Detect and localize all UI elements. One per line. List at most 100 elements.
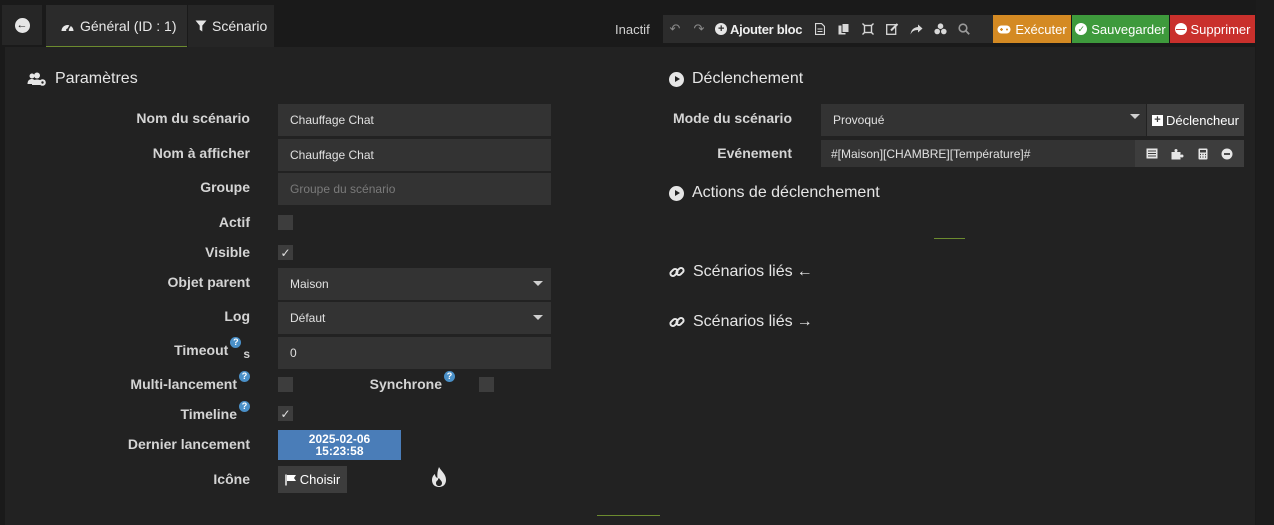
params-section-title: Paramètres <box>27 70 138 88</box>
params-title: Paramètres <box>55 70 138 87</box>
log-select[interactable]: Défaut <box>278 302 551 334</box>
trigger-actions-label: Actions de déclenchement <box>692 184 880 201</box>
minus-circle-icon: — <box>1174 23 1187 35</box>
parent-object-value: Maison <box>290 277 329 291</box>
timeout-input[interactable] <box>278 337 551 369</box>
delete-button[interactable]: — Supprimer <box>1170 15 1255 43</box>
trigger-title: Déclenchement <box>692 70 804 87</box>
list-icon[interactable] <box>1146 148 1158 159</box>
sync-label-text: Synchrone <box>369 376 442 392</box>
tab-scenario-label: Scénario <box>212 18 268 34</box>
save-button[interactable]: ✓ Sauvegarder <box>1072 15 1169 43</box>
scenario-mode-label: Mode du scénario <box>672 110 792 126</box>
execute-button[interactable]: Exécuter <box>993 15 1071 43</box>
expand-icon[interactable] <box>856 15 880 43</box>
linked-in-title: Scénarios liés ← <box>669 263 813 281</box>
help-icon[interactable]: ? <box>239 401 250 412</box>
active-label: Actif <box>218 214 250 230</box>
fire-icon <box>432 467 446 487</box>
plus-circle-icon: + <box>715 23 727 35</box>
undo-icon[interactable]: ↶ <box>663 15 687 43</box>
tab-scenario[interactable]: Scénario <box>188 5 274 47</box>
copy-icon[interactable] <box>832 15 856 43</box>
divider-line <box>597 515 660 516</box>
visible-checkbox[interactable]: ✓ <box>278 245 293 260</box>
display-name-label: Nom à afficher <box>152 145 250 161</box>
arrow-left-icon: ← <box>796 263 813 280</box>
multi-launch-label-text: Multi-lancement <box>130 376 237 392</box>
add-trigger-button[interactable]: + Déclencheur <box>1147 104 1244 136</box>
help-icon[interactable]: ? <box>444 371 455 382</box>
back-button[interactable]: ← <box>2 5 42 45</box>
active-checkbox[interactable] <box>278 215 293 230</box>
icon-label: Icône <box>213 471 250 487</box>
arrow-right-icon: → <box>796 313 813 330</box>
play-circle-icon <box>669 185 684 201</box>
timeline-label: Timeline? <box>180 401 250 422</box>
tab-general[interactable]: Général (ID : 1) <box>46 5 187 47</box>
timeline-label-text: Timeline <box>180 406 237 422</box>
divider-line <box>934 238 965 239</box>
linked-out-title: Scénarios liés → <box>669 313 813 331</box>
scenario-name-input[interactable] <box>278 104 551 136</box>
last-run-time: 15:23:58 <box>315 444 364 458</box>
last-run-value: 2025-02-06 15:23:58 <box>278 430 401 460</box>
log-label: Log <box>224 308 250 324</box>
check-circle-icon: ✓ <box>1075 23 1088 35</box>
parent-object-select[interactable]: Maison <box>278 268 551 300</box>
link-icon <box>669 264 685 280</box>
play-circle-icon <box>669 71 684 87</box>
scenario-mode-select[interactable]: Provoqué <box>821 104 1146 136</box>
puzzle-icon[interactable] <box>1171 148 1184 160</box>
linked-in-label: Scénarios liés <box>693 263 793 280</box>
add-block-label: Ajouter bloc <box>730 21 803 37</box>
event-actions <box>1135 140 1244 167</box>
visible-label: Visible <box>205 244 250 260</box>
sync-label: Synchrone? <box>369 371 455 392</box>
timeout-unit: s <box>243 347 250 361</box>
add-trigger-label: Déclencheur <box>1166 112 1239 128</box>
execute-label: Exécuter <box>1015 21 1067 37</box>
tab-general-label: Général (ID : 1) <box>80 17 177 34</box>
arrow-left-icon: ← <box>14 17 30 33</box>
timeout-label-text: Timeout <box>174 342 229 358</box>
group-input[interactable] <box>278 173 551 205</box>
flag-icon <box>285 474 296 485</box>
users-cog-icon <box>27 72 47 87</box>
timeline-checkbox[interactable]: ✓ <box>278 406 293 421</box>
help-icon[interactable]: ? <box>239 371 250 382</box>
plus-square-icon: + <box>1152 114 1163 126</box>
remove-icon[interactable] <box>1221 148 1233 160</box>
sync-checkbox[interactable] <box>479 377 494 392</box>
editor-toolbar: ↶ ↷ + Ajouter bloc <box>663 15 993 43</box>
calculator-icon[interactable] <box>1198 148 1208 160</box>
parent-object-label: Objet parent <box>167 274 250 290</box>
right-edge <box>1256 0 1274 525</box>
file-icon[interactable] <box>808 15 832 43</box>
save-label: Sauvegarder <box>1091 21 1166 37</box>
display-name-input[interactable] <box>278 139 551 171</box>
search-icon[interactable] <box>952 15 976 43</box>
event-label: Evénement <box>717 145 792 161</box>
add-block-button[interactable]: + Ajouter bloc <box>711 15 808 43</box>
redo-icon[interactable]: ↷ <box>687 15 711 43</box>
scenario-name-label: Nom du scénario <box>136 110 250 126</box>
trigger-section-title: Déclenchement <box>669 70 803 88</box>
linked-out-label: Scénarios liés <box>693 313 793 330</box>
share-icon[interactable] <box>904 15 928 43</box>
dashboard-icon <box>61 24 74 31</box>
last-run-label: Dernier lancement <box>127 436 250 452</box>
top-bar: ← Général (ID : 1) Scénario Inactif ↶ ↷ … <box>0 0 1274 47</box>
choose-icon-button[interactable]: Choisir <box>278 466 347 493</box>
event-input[interactable]: #[Maison][CHAMBRE][Température]# <box>821 140 1135 167</box>
help-icon[interactable]: ? <box>230 337 242 348</box>
timeout-label: Timeout ?s <box>174 337 250 361</box>
group-label: Groupe <box>200 179 250 195</box>
filter-icon <box>195 20 207 32</box>
edit-icon[interactable] <box>880 15 904 43</box>
multi-launch-checkbox[interactable] <box>278 377 293 392</box>
delete-label: Supprimer <box>1190 21 1251 37</box>
cubes-icon[interactable] <box>928 15 952 43</box>
link-icon <box>669 314 685 330</box>
choose-label: Choisir <box>299 472 341 487</box>
